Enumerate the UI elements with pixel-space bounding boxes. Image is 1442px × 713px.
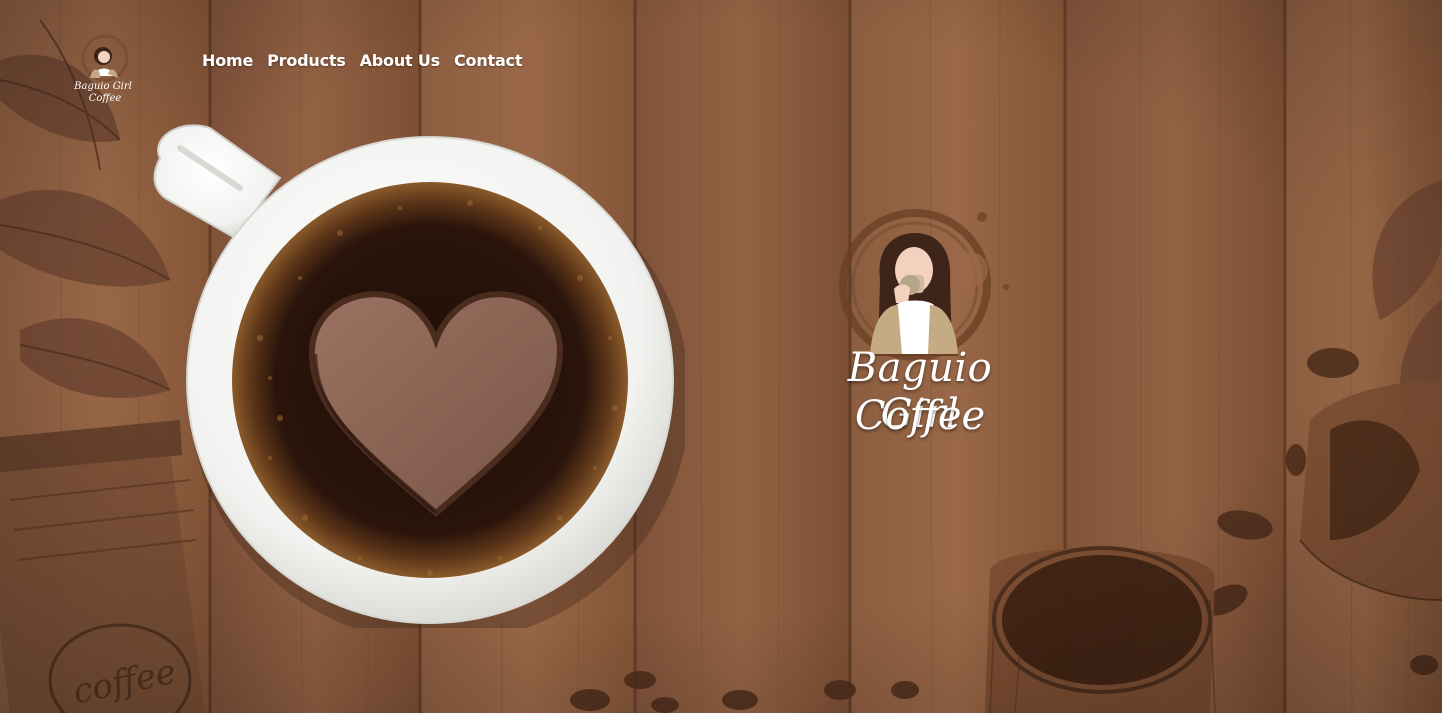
brand-emblem: Baguio Girl Coffee xyxy=(810,205,1030,450)
main-nav: Home Products About Us Contact xyxy=(202,51,522,70)
brand-name-line2: Coffee xyxy=(854,393,986,439)
baguio-girl-coffee-logo-icon: Baguio Girl Coffee xyxy=(73,34,132,104)
hero-coffee-cup xyxy=(140,118,685,628)
logo-text-line2: Coffee xyxy=(89,93,122,104)
nav-link-contact[interactable]: Contact xyxy=(454,51,523,70)
nav-link-home[interactable]: Home xyxy=(202,51,253,70)
hero-section: coffee xyxy=(0,0,1442,713)
nav-link-products[interactable]: Products xyxy=(267,51,346,70)
coffee-cup-heart-illustration-icon xyxy=(153,124,685,628)
nav-link-about-us[interactable]: About Us xyxy=(360,51,441,70)
logo-text-line1: Baguio Girl xyxy=(73,81,132,92)
site-logo[interactable]: Baguio Girl Coffee xyxy=(70,34,136,106)
